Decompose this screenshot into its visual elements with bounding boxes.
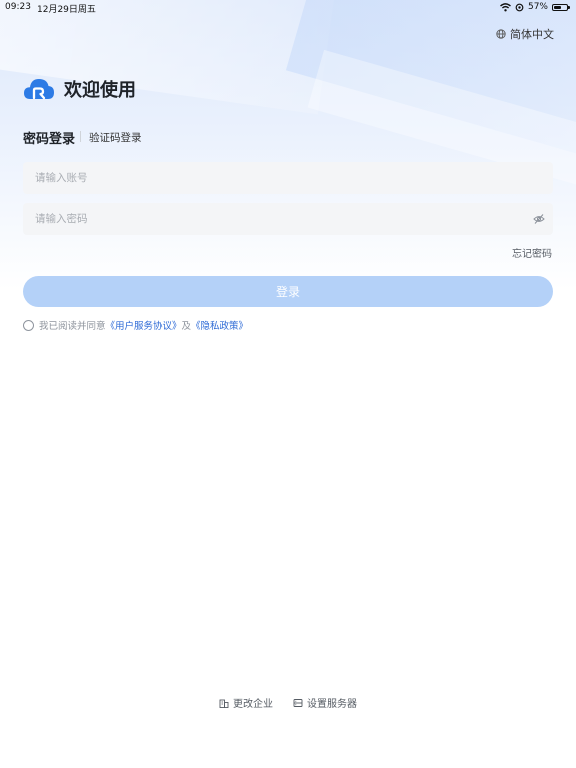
battery-percent: 57%	[527, 2, 548, 12]
account-field[interactable]	[23, 162, 553, 194]
agreement: 我已阅读并同意 《用户服务协议》 及 《隐私政策》	[23, 318, 248, 332]
server-icon	[293, 698, 303, 707]
status-indicators: 57%	[500, 1, 570, 13]
wifi-icon	[500, 2, 511, 11]
privacy-link[interactable]: 《隐私政策》	[191, 318, 248, 332]
header-background	[0, 0, 576, 290]
set-server-label: 设置服务器	[307, 699, 357, 710]
battery-level	[554, 5, 561, 9]
agreement-and: 及	[181, 321, 192, 332]
account-input[interactable]	[33, 171, 543, 185]
agreement-prefix: 我已阅读并同意	[39, 321, 106, 332]
password-field[interactable]	[23, 203, 553, 235]
language-switch[interactable]: 简体中文	[496, 26, 554, 42]
login-button[interactable]: 登录	[23, 276, 553, 307]
tab-password-login[interactable]: 密码登录	[23, 128, 75, 147]
set-server-button[interactable]: 设置服务器	[293, 695, 357, 710]
change-company-button[interactable]: 更改企业	[219, 695, 273, 710]
tab-divider	[80, 131, 81, 142]
globe-icon	[496, 29, 506, 39]
battery-icon	[552, 3, 570, 11]
forgot-password-link[interactable]: 忘记密码	[512, 245, 552, 260]
password-input[interactable]	[33, 212, 543, 226]
tab-code-login[interactable]: 验证码登录	[89, 130, 142, 145]
terms-link[interactable]: 《用户服务协议》	[106, 318, 182, 332]
status-time: 09:23	[5, 2, 31, 12]
cloud-logo-icon	[24, 79, 54, 100]
status-date: 12月29日周五	[37, 5, 96, 15]
welcome-title: 欢迎使用	[64, 80, 136, 101]
building-icon	[219, 699, 229, 708]
orientation-lock-icon	[515, 3, 524, 11]
language-label: 简体中文	[510, 28, 554, 41]
eye-off-icon[interactable]	[533, 213, 545, 225]
agreement-checkbox[interactable]	[23, 319, 34, 331]
change-company-label: 更改企业	[233, 699, 273, 710]
footer: 更改企业 设置服务器	[0, 695, 576, 710]
